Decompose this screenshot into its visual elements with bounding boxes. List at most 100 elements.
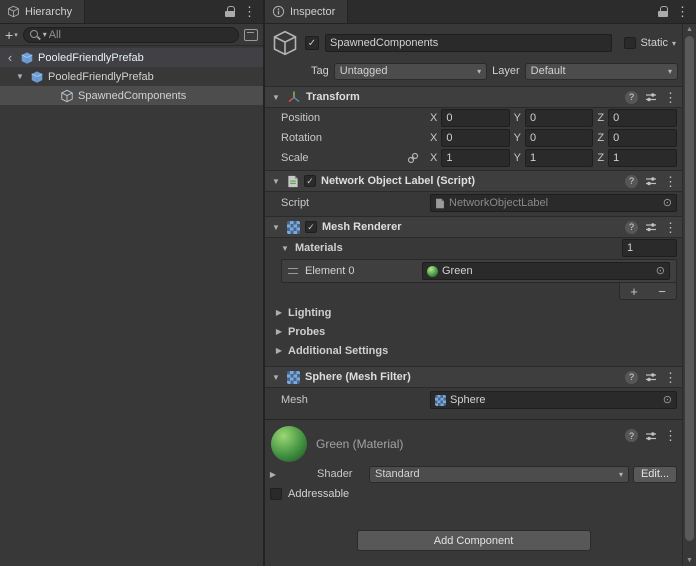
check-icon: ✓	[307, 222, 315, 233]
edit-shader-button[interactable]: Edit...	[633, 466, 677, 483]
presets-icon[interactable]	[645, 221, 657, 233]
foldout-open-icon[interactable]: ▼	[270, 223, 282, 232]
lighting-foldout[interactable]: ▶ Lighting	[265, 303, 682, 322]
hierarchy-search-field[interactable]: ▾	[23, 27, 239, 43]
script-icon	[287, 175, 299, 188]
help-icon[interactable]: ?	[625, 221, 638, 234]
search-input[interactable]	[49, 29, 233, 41]
gameobject-name-field[interactable]	[325, 34, 612, 52]
hierarchy-toolbar: + ▾ ▾	[0, 24, 263, 46]
probes-foldout[interactable]: ▶ Probes	[265, 322, 682, 341]
mesh-renderer-header[interactable]: ▼ ✓ Mesh Renderer ? ⋮	[265, 216, 682, 238]
mesh-filter-title: Sphere (Mesh Filter)	[305, 371, 411, 383]
layer-dropdown[interactable]: Default ▾	[525, 63, 678, 80]
scale-x-field[interactable]	[441, 149, 509, 167]
open-search-window-icon[interactable]	[244, 29, 258, 41]
foldout-open-icon[interactable]: ▼	[14, 72, 26, 81]
gameobject-cube-icon[interactable]	[271, 29, 299, 57]
add-component-button[interactable]: Add Component	[357, 530, 591, 551]
addressable-label: Addressable	[288, 488, 349, 500]
tag-dropdown[interactable]: Untagged ▾	[334, 63, 487, 80]
mesh-label: Mesh	[281, 394, 308, 406]
add-material-button[interactable]: +	[620, 283, 648, 299]
rotation-y-field[interactable]	[525, 129, 593, 147]
shader-dropdown[interactable]: Standard ▾	[369, 466, 629, 483]
position-x-field[interactable]	[441, 109, 509, 127]
script-row: Script NetworkObjectLabel ⊙	[265, 192, 682, 214]
tab-inspector[interactable]: Inspector	[265, 0, 348, 23]
foldout-open-icon[interactable]: ▼	[270, 373, 282, 382]
materials-label: Materials	[295, 242, 343, 254]
remove-material-button[interactable]: −	[648, 283, 676, 299]
drag-handle-icon[interactable]	[288, 268, 298, 274]
object-picker-icon[interactable]: ⊙	[663, 198, 672, 209]
additional-settings-foldout[interactable]: ▶ Additional Settings	[265, 341, 682, 360]
create-object-button[interactable]: + ▾	[5, 27, 18, 43]
help-icon[interactable]: ?	[625, 429, 638, 442]
presets-icon[interactable]	[645, 175, 657, 187]
addressable-checkbox[interactable]	[270, 488, 282, 500]
component-enabled-checkbox[interactable]: ✓	[305, 221, 317, 233]
inspector-scrollbar[interactable]: ▲ ▼	[682, 24, 696, 566]
kebab-menu-icon[interactable]: ⋮	[676, 5, 689, 18]
kebab-menu-icon[interactable]: ⋮	[664, 429, 677, 442]
scale-z-field[interactable]	[608, 149, 677, 167]
help-icon[interactable]: ?	[625, 371, 638, 384]
kebab-menu-icon[interactable]: ⋮	[664, 175, 677, 188]
tab-hierarchy[interactable]: Hierarchy	[0, 0, 85, 23]
transform-header[interactable]: ▼ Transform ?	[265, 86, 682, 108]
kebab-menu-icon[interactable]: ⋮	[243, 5, 256, 18]
scrollbar-thumb[interactable]	[685, 36, 694, 541]
materials-size-field[interactable]	[622, 239, 677, 257]
scale-y-field[interactable]	[525, 149, 593, 167]
foldout-open-icon[interactable]: ▼	[279, 244, 291, 253]
kebab-menu-icon[interactable]: ⋮	[664, 371, 677, 384]
rotation-z-field[interactable]	[608, 129, 677, 147]
tree-row-prefab-root[interactable]: ▼ PooledFriendlyPrefab	[0, 67, 263, 86]
materials-list: Element 0 Green ⊙	[281, 259, 677, 283]
static-checkbox[interactable]	[624, 37, 636, 49]
check-icon: ✓	[306, 176, 314, 187]
network-object-label-header[interactable]: ▼ ✓ Network Object Label (Script) ?	[265, 170, 682, 192]
prefab-stage-header-row[interactable]: ‹ PooledFriendlyPrefab	[0, 48, 263, 67]
help-icon[interactable]: ?	[625, 175, 638, 188]
material-element-row[interactable]: Element 0 Green ⊙	[282, 260, 676, 282]
rotation-x-field[interactable]	[441, 129, 509, 147]
kebab-menu-icon[interactable]: ⋮	[664, 91, 677, 104]
position-z-field[interactable]	[608, 109, 677, 127]
foldout-open-icon[interactable]: ▼	[270, 177, 282, 186]
component-enabled-checkbox[interactable]: ✓	[304, 175, 316, 187]
position-row: Position X Y Z	[265, 108, 682, 128]
scroll-up-icon[interactable]: ▲	[686, 26, 693, 33]
kebab-menu-icon[interactable]: ⋮	[664, 221, 677, 234]
foldout-closed-icon[interactable]: ▶	[267, 470, 279, 479]
static-dropdown-caret-icon[interactable]: ▾	[672, 39, 676, 48]
presets-icon[interactable]	[645, 430, 657, 442]
back-arrow-icon[interactable]: ‹	[4, 50, 16, 65]
search-scope-caret-icon[interactable]: ▾	[43, 30, 47, 39]
material-header[interactable]: Green (Material) ? ⋮	[265, 420, 682, 464]
addressable-row: Addressable	[265, 484, 682, 504]
link-scale-icon[interactable]	[407, 152, 419, 164]
script-object-field[interactable]: NetworkObjectLabel ⊙	[430, 194, 677, 212]
presets-icon[interactable]	[645, 371, 657, 383]
mesh-filter-header[interactable]: ▼ Sphere (Mesh Filter) ? ⋮	[265, 366, 682, 388]
chevron-down-icon: ▾	[619, 470, 623, 479]
object-picker-icon[interactable]: ⊙	[663, 395, 672, 406]
tree-row-spawned-components[interactable]: SpawnedComponents	[0, 86, 263, 105]
foldout-open-icon[interactable]: ▼	[270, 93, 282, 102]
transform-title: Transform	[306, 91, 360, 103]
lock-icon[interactable]	[225, 6, 235, 17]
probes-label: Probes	[288, 326, 325, 338]
object-picker-icon[interactable]: ⊙	[656, 266, 665, 277]
mesh-object-field[interactable]: Sphere ⊙	[430, 391, 677, 409]
materials-foldout-row[interactable]: ▼ Materials	[265, 238, 682, 258]
mesh-row: Mesh Sphere ⊙	[265, 388, 682, 412]
material-object-field[interactable]: Green ⊙	[422, 262, 670, 280]
presets-icon[interactable]	[645, 91, 657, 103]
scroll-down-icon[interactable]: ▼	[686, 557, 693, 564]
help-icon[interactable]: ?	[625, 91, 638, 104]
position-y-field[interactable]	[525, 109, 593, 127]
gameobject-enabled-checkbox[interactable]: ✓	[305, 36, 319, 50]
lock-icon[interactable]	[658, 6, 668, 17]
